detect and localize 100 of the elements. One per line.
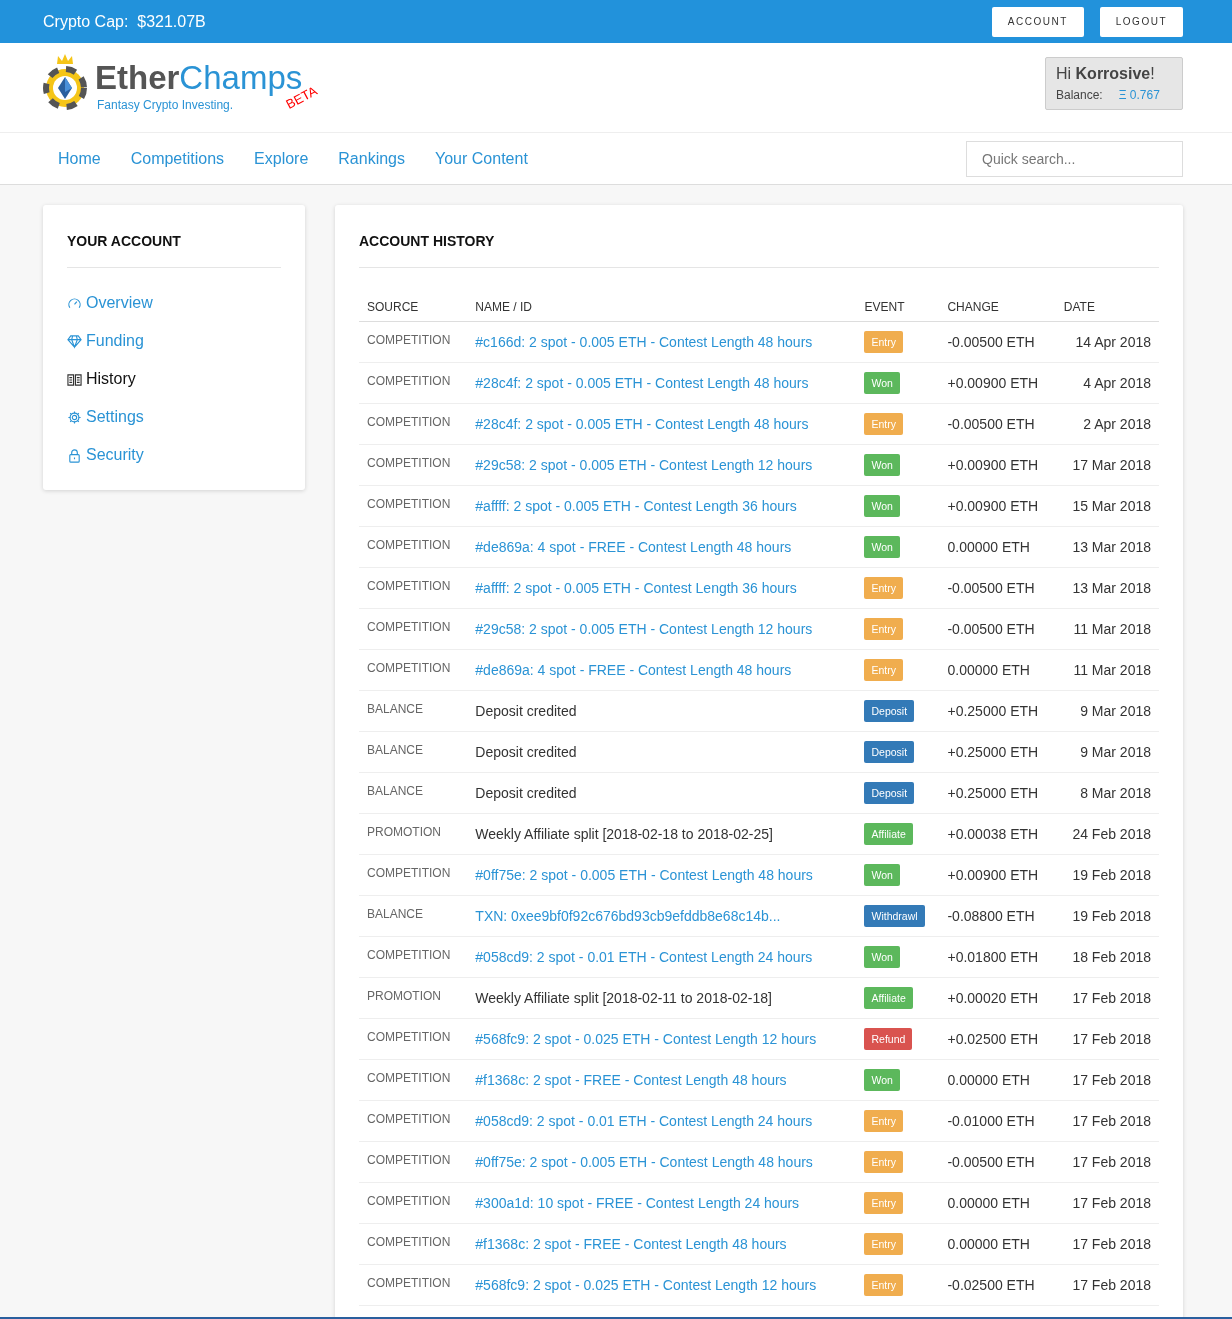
source-cell: COMPETITION [359,321,468,363]
column-header: SOURCE [359,290,468,322]
contest-link[interactable]: TXN: 0xee9bf0f92c676bd93cb9efddb8e68c14b... [475,908,781,924]
event-label: Entry [864,1233,903,1255]
date-cell: 17 Feb 2018 [1055,1059,1159,1101]
change-cell: +0.00900 ETH [939,362,1056,404]
contest-link[interactable]: #058cd9: 2 spot - 0.01 ETH - Contest Length 24 hours [475,949,813,965]
change-cell: -0.00500 ETH [939,321,1056,363]
contest-link[interactable]: #568fc9: 2 spot - 0.025 ETH - Contest Length 12 hours [475,1277,817,1293]
change-cell: +0.02500 ETH [939,1018,1056,1060]
date-cell: 19 Feb 2018 [1055,854,1159,896]
sidebar-item[interactable]: Overview [67,284,281,322]
nav-link[interactable]: Rankings [323,149,420,168]
change-cell: +0.00900 ETH [939,485,1056,527]
change-cell: +0.25000 ETH [939,772,1056,814]
change-cell: -0.00500 ETH [939,608,1056,650]
name-text: Deposit credited [475,744,577,760]
contest-link[interactable]: #de869a: 4 spot - FREE - Contest Length 48 hours [475,539,792,555]
source-cell: COMPETITION [359,1100,468,1142]
source-cell: COMPETITION [359,1018,468,1060]
nav-link[interactable]: Your Content [420,149,543,168]
event-label: Deposit [864,741,915,763]
search-field[interactable]: Quick search... [966,140,1183,177]
source-cell: COMPETITION [359,485,468,527]
contest-link[interactable]: #0ff75e: 2 spot - 0.005 ETH - Contest Length 48 hours [475,867,813,883]
date-cell: 17 Feb 2018 [1055,1264,1159,1306]
contest-link[interactable]: #28c4f: 2 spot - 0.005 ETH - Contest Length 48 hours [475,375,809,391]
sidebar-item[interactable]: Security [67,436,281,474]
change-cell: -0.00500 ETH [939,1141,1056,1183]
source-cell: PROMOTION [359,813,468,855]
change-cell: -0.00500 ETH [939,567,1056,609]
nav-link[interactable]: Home [43,149,116,168]
contest-link[interactable]: #f1368c: 2 spot - FREE - Contest Length 48 hours [475,1236,787,1252]
change-cell: 0.00000 ETH [939,1059,1056,1101]
event-label: Won [864,454,900,476]
date-cell: 13 Mar 2018 [1055,526,1159,568]
change-cell: -0.08800 ETH [939,895,1056,937]
logout-button[interactable]: LOGOUT [1099,6,1183,37]
sidebar-item[interactable]: Funding [67,322,281,360]
date-cell: 8 Mar 2018 [1055,772,1159,814]
gauge-icon [67,295,82,311]
sidebar-title: YOUR ACCOUNT [67,233,281,268]
balance-value: Ξ 0.767 [1118,88,1160,102]
date-cell: 17 Feb 2018 [1055,1100,1159,1142]
date-cell: 11 Mar 2018 [1055,649,1159,691]
event-label: Won [864,946,900,968]
event-label: Won [864,1069,900,1091]
change-cell: 0.00000 ETH [939,649,1056,691]
crypto-cap: Crypto Cap: $321.07B [43,12,206,31]
date-cell: 19 Feb 2018 [1055,895,1159,937]
source-cell: COMPETITION [359,444,468,486]
source-cell: COMPETITION [359,403,468,445]
event-label: Entry [864,577,903,599]
date-cell: 17 Feb 2018 [1055,1141,1159,1183]
date-cell: 18 Feb 2018 [1055,936,1159,978]
contest-link[interactable]: #28c4f: 2 spot - 0.005 ETH - Contest Length 48 hours [475,416,809,432]
contest-link[interactable]: #058cd9: 2 spot - 0.01 ETH - Contest Length 24 hours [475,1113,813,1129]
contest-link[interactable]: #f1368c: 2 spot - FREE - Contest Length 48 hours [475,1072,787,1088]
change-cell: -0.02500 ETH [939,1264,1056,1306]
nav-link[interactable]: Competitions [115,149,240,168]
contest-link[interactable]: #29c58: 2 spot - 0.005 ETH - Contest Length 12 hours [475,621,813,637]
contest-link[interactable]: #affff: 2 spot - 0.005 ETH - Contest Length 36 hours [475,580,797,596]
date-cell: 17 Feb 2018 [1055,1018,1159,1060]
book-icon [67,371,82,387]
event-label: Won [864,864,900,886]
contest-link[interactable]: #affff: 2 spot - 0.005 ETH - Contest Length 36 hours [475,498,797,514]
source-cell: COMPETITION [359,936,468,978]
change-cell: +0.00900 ETH [939,854,1056,896]
source-cell: COMPETITION [359,567,468,609]
contest-link[interactable]: #29c58: 2 spot - 0.005 ETH - Contest Length 12 hours [475,457,813,473]
date-cell: 17 Feb 2018 [1055,977,1159,1019]
change-cell: 0.00000 ETH [939,526,1056,568]
diamond-icon [67,333,82,349]
contest-link[interactable]: #0ff75e: 2 spot - 0.005 ETH - Contest Length 48 hours [475,1154,813,1170]
source-cell: COMPETITION [359,1141,468,1183]
source-cell: COMPETITION [359,362,468,404]
account-button[interactable]: ACCOUNT [991,6,1084,37]
sidebar-item[interactable]: History [67,360,281,398]
contest-link[interactable]: #300a1d: 10 spot - FREE - Contest Length 24 hours [475,1195,800,1211]
balance-label: Balance: [1056,88,1103,102]
name-text: Weekly Affiliate split [2018-02-11 to 2018-02-18] [475,990,772,1006]
date-cell: 11 Mar 2018 [1055,608,1159,650]
column-header: NAME / ID [467,290,857,322]
source-cell: BALANCE [359,772,468,814]
column-header: DATE [1055,290,1159,322]
column-header: CHANGE [939,290,1056,322]
contest-link[interactable]: #568fc9: 2 spot - 0.025 ETH - Contest Length 12 hours [475,1031,817,1047]
event-label: Affiliate [864,987,913,1009]
sidebar-item[interactable]: Settings [67,398,281,436]
event-label: Entry [864,659,903,681]
contest-link[interactable]: #de869a: 4 spot - FREE - Contest Length 48 hours [475,662,792,678]
nav-link[interactable]: Explore [239,149,324,168]
event-label: Refund [864,1028,913,1050]
date-cell: 13 Mar 2018 [1055,567,1159,609]
contest-link[interactable]: #c166d: 2 spot - 0.005 ETH - Contest Length 48 hours [475,334,813,350]
change-cell: +0.00900 ETH [939,444,1056,486]
date-cell: 9 Mar 2018 [1055,731,1159,773]
source-cell: COMPETITION [359,1182,468,1224]
source-cell: BALANCE [359,690,468,732]
logo-icon [43,52,87,112]
